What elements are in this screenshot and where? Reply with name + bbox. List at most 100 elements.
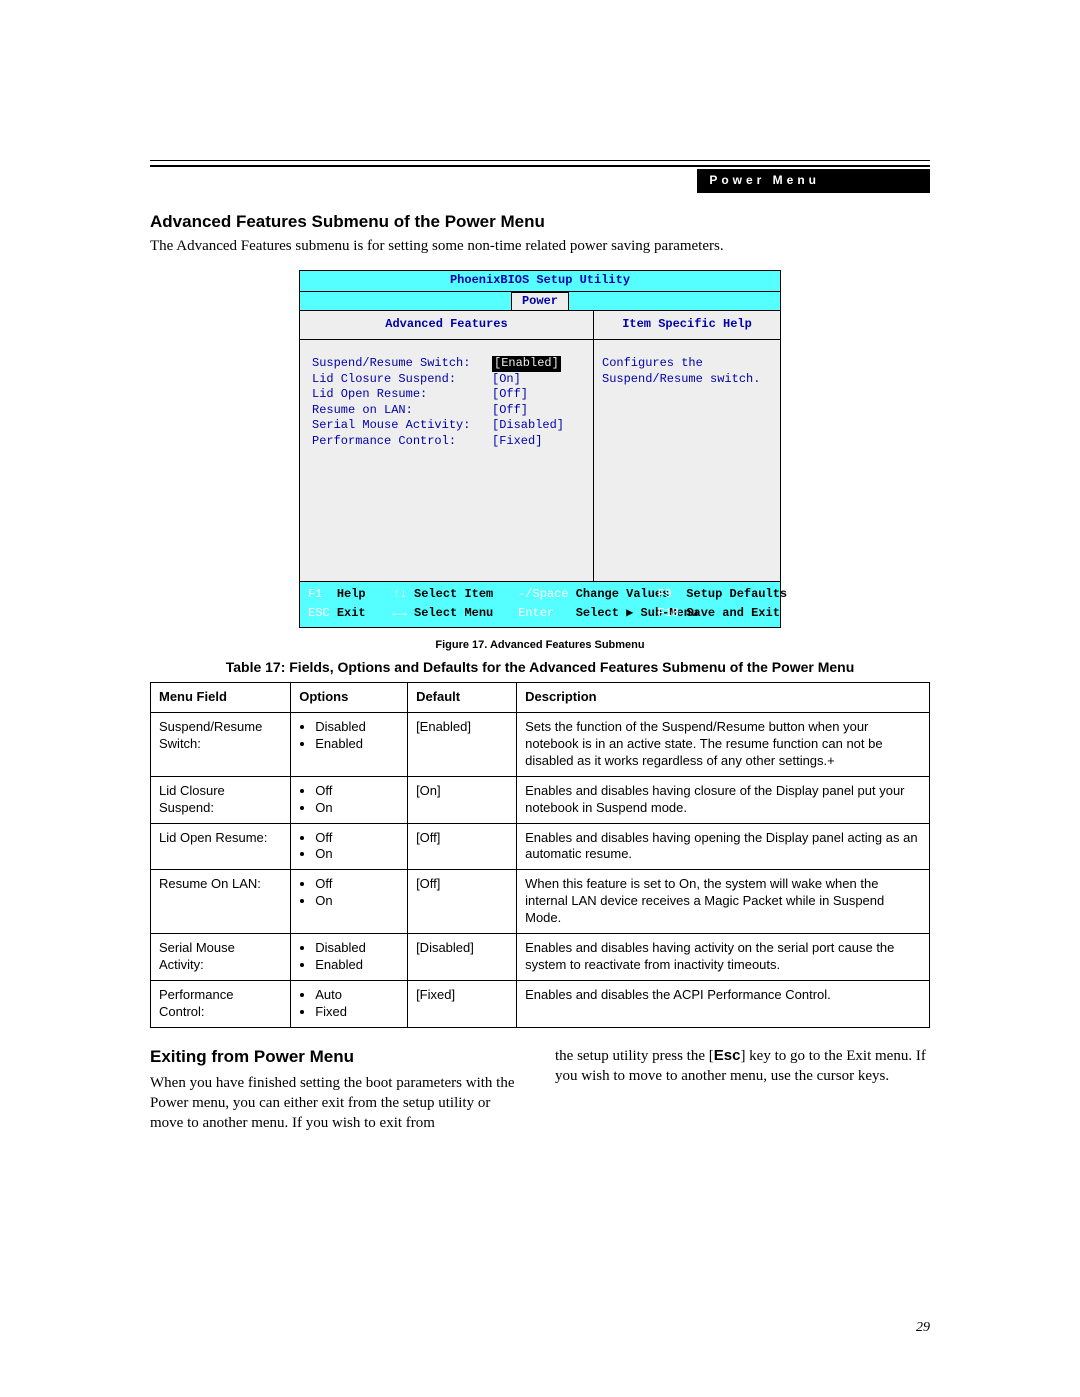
option-item: Enabled	[315, 957, 399, 974]
bios-setting-label: Lid Closure Suspend:	[312, 372, 492, 388]
cell-default: [On]	[408, 776, 517, 823]
key-f9: F9	[657, 587, 671, 601]
cell-options: OffOn	[291, 776, 408, 823]
option-item: On	[315, 846, 399, 863]
cell-default: [Off]	[408, 870, 517, 934]
document-page: Power Menu Advanced Features Submenu of …	[0, 0, 1080, 1397]
bottom-col-left: Exiting from Power Menu When you have fi…	[150, 1046, 525, 1134]
cell-default: [Disabled]	[408, 934, 517, 981]
cell-menu-field: Performance Control:	[151, 980, 291, 1027]
bios-setting-value: [Disabled]	[492, 418, 564, 434]
bios-setting-value: [Fixed]	[492, 434, 542, 450]
header-tab: Power Menu	[697, 169, 930, 193]
bios-setting-label: Lid Open Resume:	[312, 387, 492, 403]
bios-setting-row: Resume on LAN:[Off]	[312, 403, 581, 419]
section-intro: The Advanced Features submenu is for set…	[150, 237, 930, 257]
bios-setting-value: [On]	[492, 372, 521, 388]
th-description: Description	[517, 683, 930, 713]
bios-help-title: Item Specific Help	[594, 311, 780, 340]
th-menu-field: Menu Field	[151, 683, 291, 713]
option-item: On	[315, 893, 399, 910]
table-row: Suspend/Resume Switch:DisabledEnabled[En…	[151, 713, 930, 777]
options-table: Menu Field Options Default Description S…	[150, 682, 930, 1027]
key-enter: Enter	[518, 606, 554, 620]
cell-menu-field: Lid Open Resume:	[151, 823, 291, 870]
cell-options: OffOn	[291, 823, 408, 870]
table-row: Performance Control:AutoFixed[Fixed]Enab…	[151, 980, 930, 1027]
footer-change-values: Change Values	[576, 587, 670, 601]
bios-setting-row: Serial Mouse Activity:[Disabled]	[312, 418, 581, 434]
option-item: Fixed	[315, 1004, 399, 1021]
option-item: Disabled	[315, 940, 399, 957]
bios-menu-bar: Power	[300, 292, 780, 312]
footer-select-item: Select Item	[414, 587, 493, 601]
cell-default: [Off]	[408, 823, 517, 870]
arrows-v-icon: ↑↓	[392, 587, 406, 601]
cell-options: OffOn	[291, 870, 408, 934]
cell-description: Enables and disables having activity on …	[517, 934, 930, 981]
table-row: Serial Mouse Activity:DisabledEnabled[Di…	[151, 934, 930, 981]
table-row: Lid Open Resume:OffOn[Off]Enables and di…	[151, 823, 930, 870]
bios-setting-value: [Off]	[492, 403, 528, 419]
table-row: Lid Closure Suspend:OffOn[On]Enables and…	[151, 776, 930, 823]
option-item: Off	[315, 783, 399, 800]
footer-select-menu: Select Menu	[414, 606, 493, 620]
cell-menu-field: Suspend/Resume Switch:	[151, 713, 291, 777]
th-default: Default	[408, 683, 517, 713]
cell-description: Enables and disables having closure of t…	[517, 776, 930, 823]
bios-settings-list: Suspend/Resume Switch:[Enabled]Lid Closu…	[300, 356, 593, 450]
option-item: Disabled	[315, 719, 399, 736]
option-item: Enabled	[315, 736, 399, 753]
cell-options: DisabledEnabled	[291, 934, 408, 981]
footer-save-exit: Save and Exit	[686, 606, 780, 620]
footer-setup-defaults: Setup Defaults	[686, 587, 787, 601]
key-f10: F10	[657, 606, 679, 620]
bios-body: Advanced Features Suspend/Resume Switch:…	[300, 311, 780, 581]
bios-left-panel: Advanced Features Suspend/Resume Switch:…	[300, 311, 594, 581]
bios-help-panel: Item Specific Help Configures the Suspen…	[594, 311, 780, 581]
option-item: Off	[315, 830, 399, 847]
bios-setting-label: Suspend/Resume Switch:	[312, 356, 492, 372]
cell-menu-field: Resume On LAN:	[151, 870, 291, 934]
key-esc: ESC	[308, 606, 330, 620]
table-header-row: Menu Field Options Default Description	[151, 683, 930, 713]
bios-setting-row: Lid Open Resume:[Off]	[312, 387, 581, 403]
cell-description: Enables and disables the ACPI Performanc…	[517, 980, 930, 1027]
arrows-h-icon: ←→	[392, 606, 406, 620]
key-minus-space: -/Space	[518, 587, 568, 601]
bios-screenshot: PhoenixBIOS Setup Utility Power Advanced…	[299, 270, 781, 628]
bios-menu-tab-power: Power	[511, 292, 569, 311]
top-rule	[150, 160, 930, 167]
option-item: Auto	[315, 987, 399, 1004]
footer-exit: Exit	[337, 606, 366, 620]
footer-help: Help	[337, 587, 366, 601]
key-f1: F1	[308, 587, 322, 601]
bottom-text-left: When you have finished setting the boot …	[150, 1075, 514, 1132]
bios-setting-value: [Off]	[492, 387, 528, 403]
bios-help-body: Configures the Suspend/Resume switch.	[602, 356, 772, 387]
bios-setting-row: Suspend/Resume Switch:[Enabled]	[312, 356, 581, 372]
page-number: 29	[916, 1319, 930, 1337]
option-item: Off	[315, 876, 399, 893]
bios-setting-row: Lid Closure Suspend:[On]	[312, 372, 581, 388]
cell-menu-field: Serial Mouse Activity:	[151, 934, 291, 981]
bios-title-bar: PhoenixBIOS Setup Utility	[300, 271, 780, 292]
cell-default: [Fixed]	[408, 980, 517, 1027]
table-caption: Table 17: Fields, Options and Defaults f…	[150, 658, 930, 676]
cell-description: When this feature is set to On, the syst…	[517, 870, 930, 934]
bios-setting-label: Serial Mouse Activity:	[312, 418, 492, 434]
cell-default: [Enabled]	[408, 713, 517, 777]
table-row: Resume On LAN:OffOn[Off]When this featur…	[151, 870, 930, 934]
bios-setting-row: Performance Control:[Fixed]	[312, 434, 581, 450]
bios-footer: F1 Help ↑↓ Select Item -/Space Change Va…	[300, 581, 780, 626]
cell-description: Sets the function of the Suspend/Resume …	[517, 713, 930, 777]
option-item: On	[315, 800, 399, 817]
figure-caption: Figure 17. Advanced Features Submenu	[150, 638, 930, 652]
cell-options: DisabledEnabled	[291, 713, 408, 777]
section-title-advanced-features: Advanced Features Submenu of the Power M…	[150, 211, 930, 233]
section-title-exiting: Exiting from Power Menu	[150, 1046, 525, 1069]
bottom-text-right-a: the setup utility press the [	[555, 1048, 714, 1064]
bottom-columns: Exiting from Power Menu When you have fi…	[150, 1046, 930, 1134]
cell-menu-field: Lid Closure Suspend:	[151, 776, 291, 823]
cell-options: AutoFixed	[291, 980, 408, 1027]
